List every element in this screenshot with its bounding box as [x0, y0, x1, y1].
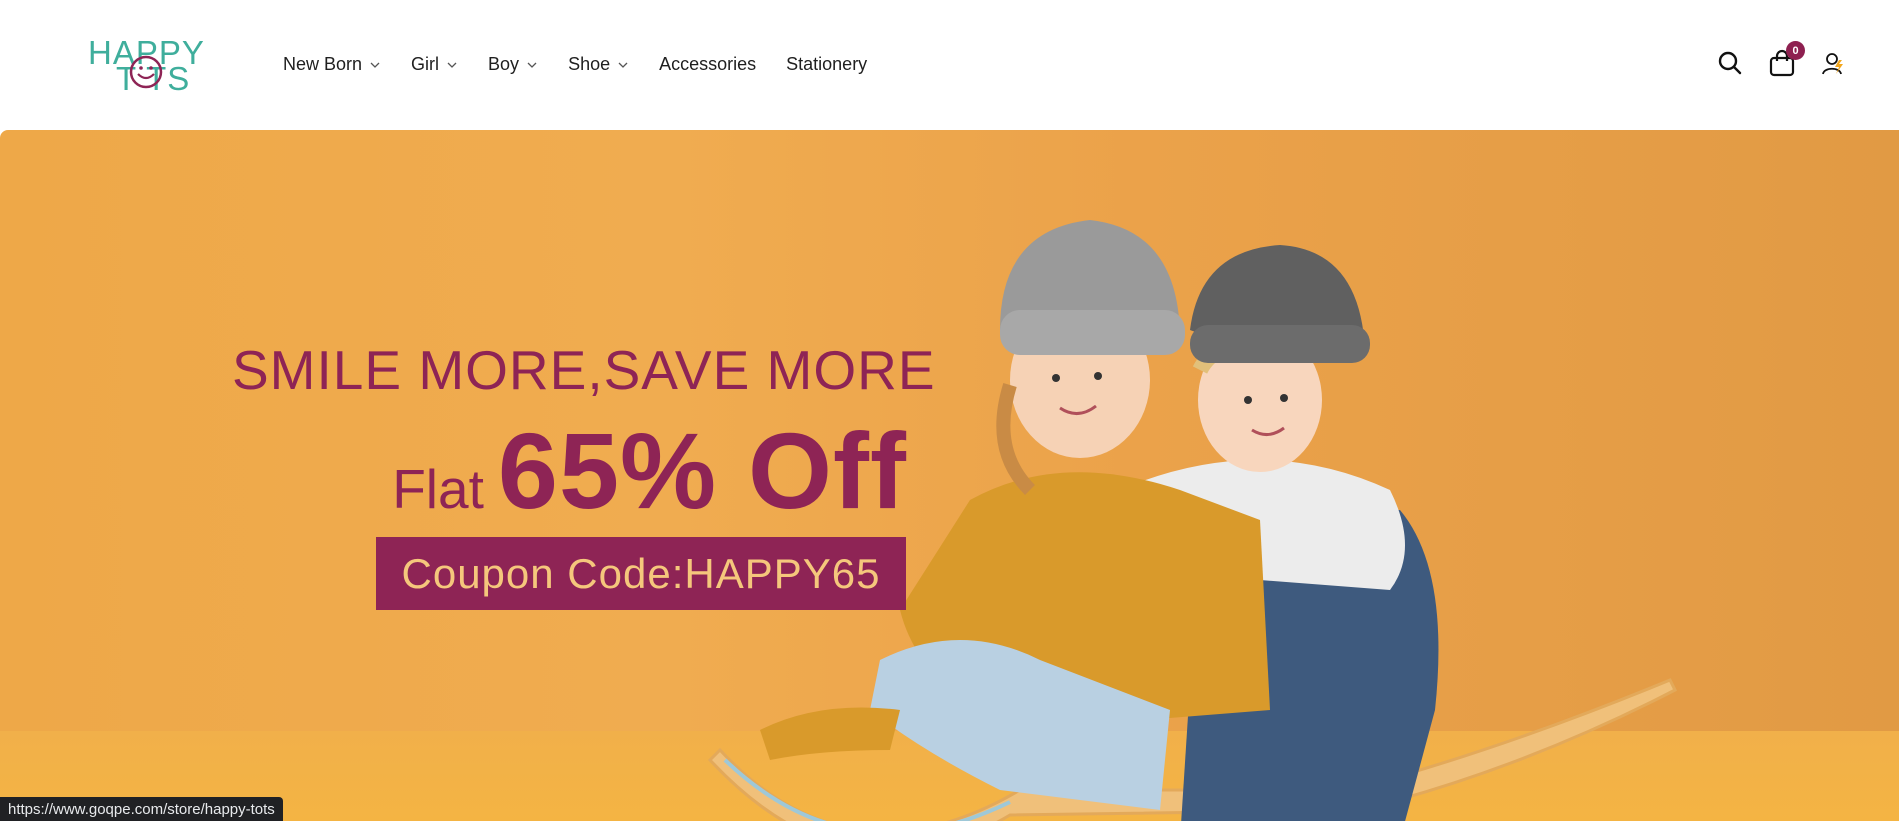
nav-label: Accessories — [659, 54, 757, 74]
nav-label: Stationery — [786, 54, 868, 74]
cart-button[interactable]: 0 — [1767, 41, 1805, 78]
hero-banner[interactable]: SMILE MORE,SAVE MORE Flat 65% Off Coupon … — [0, 130, 1899, 821]
nav-label: New Born — [283, 54, 363, 74]
site-header: HAPPY T TS New Born Girl Boy Shoe Access… — [0, 0, 1899, 130]
nav-item-stationery[interactable]: Stationery — [786, 54, 867, 75]
nav-label: Boy — [488, 54, 520, 74]
nav-item-boy[interactable]: Boy — [488, 54, 538, 75]
hero-offer: Flat 65% Off — [392, 408, 907, 533]
search-icon — [1718, 51, 1742, 75]
hero-headline: SMILE MORE,SAVE MORE — [232, 339, 936, 401]
nav-label: Girl — [411, 54, 440, 74]
nav-item-girl[interactable]: Girl — [411, 54, 458, 75]
browser-status-url: https://www.goqpe.com/store/happy-tots — [0, 797, 283, 821]
nav-label: Shoe — [568, 54, 611, 74]
main-nav: New Born Girl Boy Shoe Accessories Stati… — [283, 54, 897, 75]
offer-discount: 65% Off — [497, 410, 907, 531]
nav-item-new-born[interactable]: New Born — [283, 54, 381, 75]
coupon-code-text: Coupon Code:HAPPY65 — [401, 549, 881, 597]
header-actions: 0 — [1715, 41, 1849, 78]
search-button[interactable] — [1715, 48, 1745, 78]
chevron-down-icon — [370, 62, 380, 68]
offer-flat-label: Flat — [392, 458, 484, 520]
smiley-icon — [129, 55, 163, 89]
chevron-down-icon — [618, 62, 628, 68]
chevron-down-icon — [447, 62, 457, 68]
nav-item-accessories[interactable]: Accessories — [659, 54, 756, 75]
brand-logo[interactable]: HAPPY T TS — [86, 34, 216, 97]
cart-count-badge: 0 — [1786, 41, 1805, 60]
coupon-code-box: Coupon Code:HAPPY65 — [376, 537, 906, 610]
nav-item-shoe[interactable]: Shoe — [568, 54, 629, 75]
user-icon — [1822, 53, 1843, 75]
account-button[interactable] — [1819, 48, 1849, 78]
chevron-down-icon — [527, 62, 537, 68]
